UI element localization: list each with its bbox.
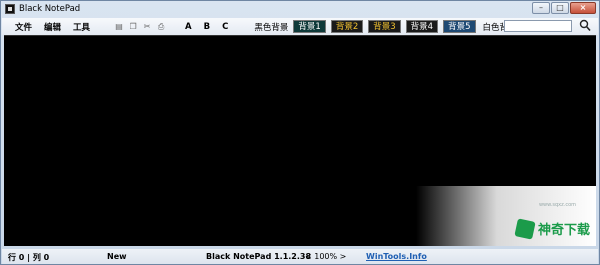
menu-file[interactable]: 文件 bbox=[2, 21, 32, 33]
background-4-button[interactable]: 背景4 bbox=[405, 20, 439, 33]
text-editor-area[interactable]: www.sqxz.com 神奇下载 bbox=[4, 35, 596, 246]
app-icon bbox=[5, 4, 15, 14]
watermark-text: 神奇下载 bbox=[537, 223, 590, 238]
format-b-button[interactable]: B bbox=[204, 22, 210, 32]
title-bar: Black NotePad – □ × bbox=[1, 1, 599, 18]
menu-edit[interactable]: 编辑 bbox=[32, 21, 61, 33]
website-link[interactable]: WinTools.Info bbox=[366, 252, 427, 261]
search-input[interactable] bbox=[504, 20, 572, 32]
app-version: Black NotePad 1.1.2.38 bbox=[206, 252, 312, 261]
black-background-button[interactable]: 黑色背景 bbox=[254, 21, 288, 33]
menu-tools[interactable]: 工具 bbox=[61, 21, 90, 33]
document-state: New bbox=[107, 252, 127, 261]
minimize-icon[interactable]: – bbox=[532, 2, 550, 14]
window-controls: – □ × bbox=[531, 2, 596, 14]
watermark-logo: 神奇下载 bbox=[514, 217, 590, 240]
paste-icon[interactable]: ▤ bbox=[115, 22, 123, 31]
cut-icon[interactable]: ✂ bbox=[143, 22, 151, 31]
background-5-button[interactable]: 背景5 bbox=[443, 20, 476, 33]
copy-icon[interactable]: ❐ bbox=[129, 22, 137, 31]
watermark-box-icon bbox=[514, 217, 536, 240]
cursor-position: 行 0 | 列 0 bbox=[8, 253, 50, 262]
format-c-button[interactable]: C bbox=[222, 22, 228, 32]
zoom-control[interactable]: < 100% > bbox=[305, 252, 346, 261]
background-2-button[interactable]: 背景2 bbox=[330, 20, 364, 33]
print-icon[interactable]: ⎙ bbox=[157, 22, 165, 31]
maximize-icon[interactable]: □ bbox=[551, 2, 569, 14]
magnifier-icon[interactable] bbox=[579, 19, 591, 32]
toolbar: 文件 编辑 工具 ▤ ❐ ✂ ⎙ A B C 黑色背景 背景1 背景2 背景3 … bbox=[2, 18, 598, 35]
status-bar: 行 0 | 列 0 New Black NotePad 1.1.2.38 < 1… bbox=[2, 249, 598, 264]
window-title: Black NotePad bbox=[19, 4, 81, 14]
background-3-button[interactable]: 背景3 bbox=[368, 20, 401, 33]
close-icon[interactable]: × bbox=[570, 2, 596, 14]
background-1-button[interactable]: 背景1 bbox=[293, 20, 326, 33]
watermark-url: www.sqxz.com bbox=[538, 202, 576, 208]
format-a-button[interactable]: A bbox=[185, 22, 192, 32]
app-window: Black NotePad – □ × 文件 编辑 工具 ▤ ❐ ✂ ⎙ A B… bbox=[0, 0, 600, 265]
